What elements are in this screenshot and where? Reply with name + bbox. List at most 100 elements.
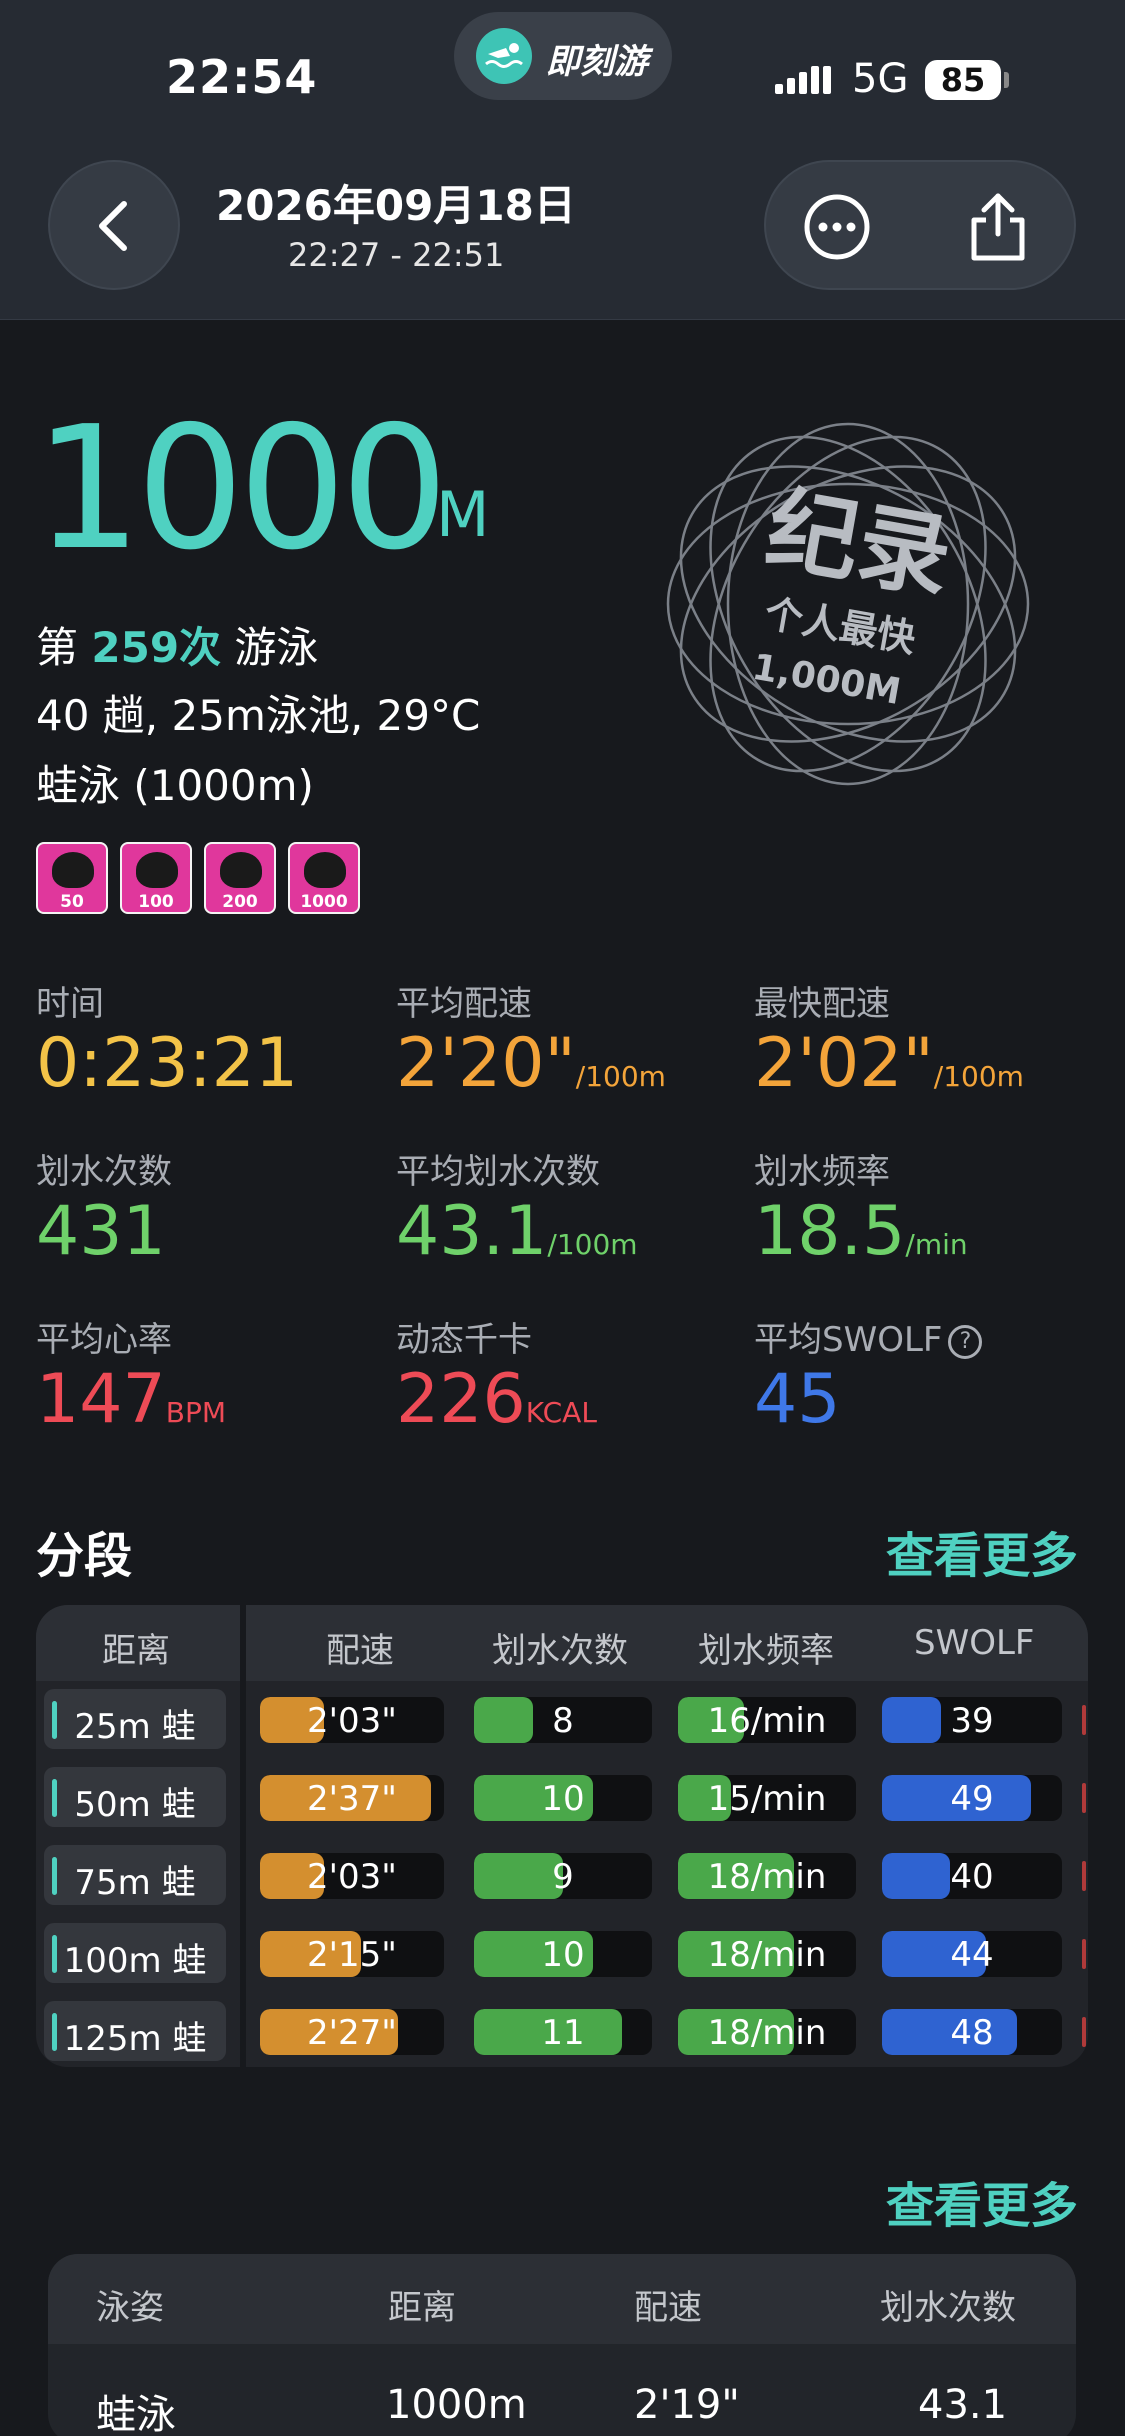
swimmer-icon xyxy=(476,28,532,84)
stroke-distance: 1000m xyxy=(386,2382,527,2428)
split-distance: 75m 蛙 xyxy=(44,1845,226,1905)
split-swolf-cell: 44 xyxy=(882,1931,1062,1977)
table-row[interactable]: 75m 蛙 2'03" 9 18/min 40 xyxy=(36,1839,1088,1917)
split-rate-cell: 15/min xyxy=(678,1775,856,1821)
split-swolf-value: 48 xyxy=(950,2013,994,2053)
battery-icon: 85 xyxy=(925,60,1001,100)
table-row[interactable]: 50m 蛙 2'37" 10 15/min 49 xyxy=(36,1761,1088,1839)
stroke-summary: 蛙泳 (1000m) xyxy=(36,761,314,810)
stroke-count: 43.1 xyxy=(918,2382,1008,2428)
col-rate: 划水频率 xyxy=(698,1631,834,1671)
splits-see-more-link[interactable]: 查看更多 xyxy=(886,1516,1078,1586)
split-pace-value: 2'03" xyxy=(307,1701,397,1741)
split-rate-cell: 18/min xyxy=(678,2009,856,2055)
session-count: 259次 xyxy=(91,623,222,672)
session-prefix: 第 xyxy=(36,623,79,672)
battery-tip xyxy=(1004,72,1009,88)
row-edge-marker xyxy=(1082,1861,1086,1891)
split-pace-cell: 2'03" xyxy=(260,1853,444,1899)
share-icon[interactable] xyxy=(966,192,1030,262)
col-stroke: 泳姿 xyxy=(96,2288,164,2328)
record-seal[interactable]: 纪录 个人最快 1,000M xyxy=(648,404,1048,804)
app-name: 即刻游 xyxy=(546,42,648,82)
table-row[interactable]: 100m 蛙 2'15" 10 18/min 44 xyxy=(36,1917,1088,1995)
stat-label: 平均心率 xyxy=(36,1320,172,1360)
split-distance: 125m 蛙 xyxy=(44,2001,226,2061)
split-distance: 25m 蛙 xyxy=(44,1689,226,1749)
swimmer-badge-icon xyxy=(136,852,178,888)
signal-icon xyxy=(775,66,831,94)
back-button[interactable] xyxy=(48,160,180,290)
table-row[interactable]: 25m 蛙 2'03" 8 16/min 39 xyxy=(36,1683,1088,1761)
split-rate-value: 18/min xyxy=(707,2013,827,2053)
split-distance-label: 125m 蛙 xyxy=(63,2019,207,2059)
row-edge-marker xyxy=(1082,1939,1086,1969)
strokes-header: 泳姿 距离 配速 划水次数 xyxy=(48,2254,1076,2344)
split-rate-value: 18/min xyxy=(707,1857,827,1897)
stat-value: 226KCAL xyxy=(396,1360,597,1439)
stat-value: 0:23:21 xyxy=(36,1024,299,1103)
badge-item[interactable]: 100 xyxy=(120,842,192,914)
more-icon[interactable] xyxy=(802,194,872,260)
split-pace-cell: 2'27" xyxy=(260,2009,444,2055)
workout-time-range: 22:27 - 22:51 xyxy=(288,236,505,274)
badge-label: 200 xyxy=(222,892,258,912)
split-swolf-value: 44 xyxy=(950,1935,994,1975)
split-rate-value: 15/min xyxy=(707,1779,827,1819)
split-distance: 50m 蛙 xyxy=(44,1767,226,1827)
chevron-left-icon xyxy=(99,201,127,251)
network-label: 5G xyxy=(852,56,909,102)
split-distance: 100m 蛙 xyxy=(44,1923,226,1983)
col-distance: 距离 xyxy=(102,1631,170,1671)
split-swolf-value: 40 xyxy=(950,1857,994,1897)
splits-title: 分段 xyxy=(36,1528,133,1584)
workout-date: 2026年09月18日 xyxy=(216,181,576,230)
swimmer-badge-icon xyxy=(220,852,262,888)
strokes-see-more-link[interactable]: 查看更多 xyxy=(886,2166,1078,2236)
app-pill[interactable]: 即刻游 xyxy=(454,12,672,100)
stat-value: 147BPM xyxy=(36,1360,227,1439)
split-pace-cell: 2'03" xyxy=(260,1697,444,1743)
col-pace: 配速 xyxy=(634,2288,702,2328)
badge-item[interactable]: 50 xyxy=(36,842,108,914)
pool-details: 40 趟, 25m泳池, 29°C xyxy=(36,691,481,740)
table-row[interactable]: 125m 蛙 2'27" 11 18/min 48 xyxy=(36,1995,1088,2067)
split-distance-label: 75m 蛙 xyxy=(74,1863,196,1903)
swimmer-badge-icon xyxy=(52,852,94,888)
split-distance-label: 50m 蛙 xyxy=(74,1785,196,1825)
col-distance: 距离 xyxy=(388,2288,456,2328)
stat-label: 划水频率 xyxy=(754,1152,890,1192)
stat-value: 45 xyxy=(754,1360,841,1439)
split-swolf-cell: 39 xyxy=(882,1697,1062,1743)
split-rate-cell: 18/min xyxy=(678,1931,856,1977)
badge-item[interactable]: 1000 xyxy=(288,842,360,914)
row-edge-marker xyxy=(1082,1783,1086,1813)
stroke-pace: 2'19" xyxy=(634,2382,740,2428)
stat-label: 平均配速 xyxy=(396,984,532,1024)
split-swolf-cell: 49 xyxy=(882,1775,1062,1821)
split-strokes-cell: 11 xyxy=(474,2009,652,2055)
stat-value: 2'20"/100m xyxy=(396,1024,666,1103)
split-strokes-value: 10 xyxy=(541,1779,585,1819)
distance-unit: M xyxy=(436,478,490,551)
stat-label: 时间 xyxy=(36,984,104,1024)
help-icon[interactable]: ? xyxy=(948,1324,983,1359)
stat-value: 18.5/min xyxy=(754,1192,968,1271)
stat-label: 最快配速 xyxy=(754,984,890,1024)
split-swolf-cell: 40 xyxy=(882,1853,1062,1899)
split-pace-cell: 2'37" xyxy=(260,1775,444,1821)
record-title: 纪录 xyxy=(759,475,959,612)
split-pace-value: 2'37" xyxy=(307,1779,397,1819)
badge-label: 100 xyxy=(138,892,174,912)
badge-label: 1000 xyxy=(300,892,348,912)
splits-header: 距离 配速 划水次数 划水频率 SWOLF xyxy=(36,1605,1088,1681)
col-strokes: 划水次数 xyxy=(492,1631,628,1671)
badges: 50 100 200 1000 xyxy=(36,842,360,914)
row-edge-marker xyxy=(1082,2017,1086,2047)
session-line: 第 259次 游泳 xyxy=(36,614,318,675)
total-distance: 1000 xyxy=(34,390,449,588)
split-swolf-value: 49 xyxy=(950,1779,994,1819)
badge-item[interactable]: 200 xyxy=(204,842,276,914)
split-strokes-cell: 10 xyxy=(474,1775,652,1821)
stat-label: 划水次数 xyxy=(36,1152,172,1192)
